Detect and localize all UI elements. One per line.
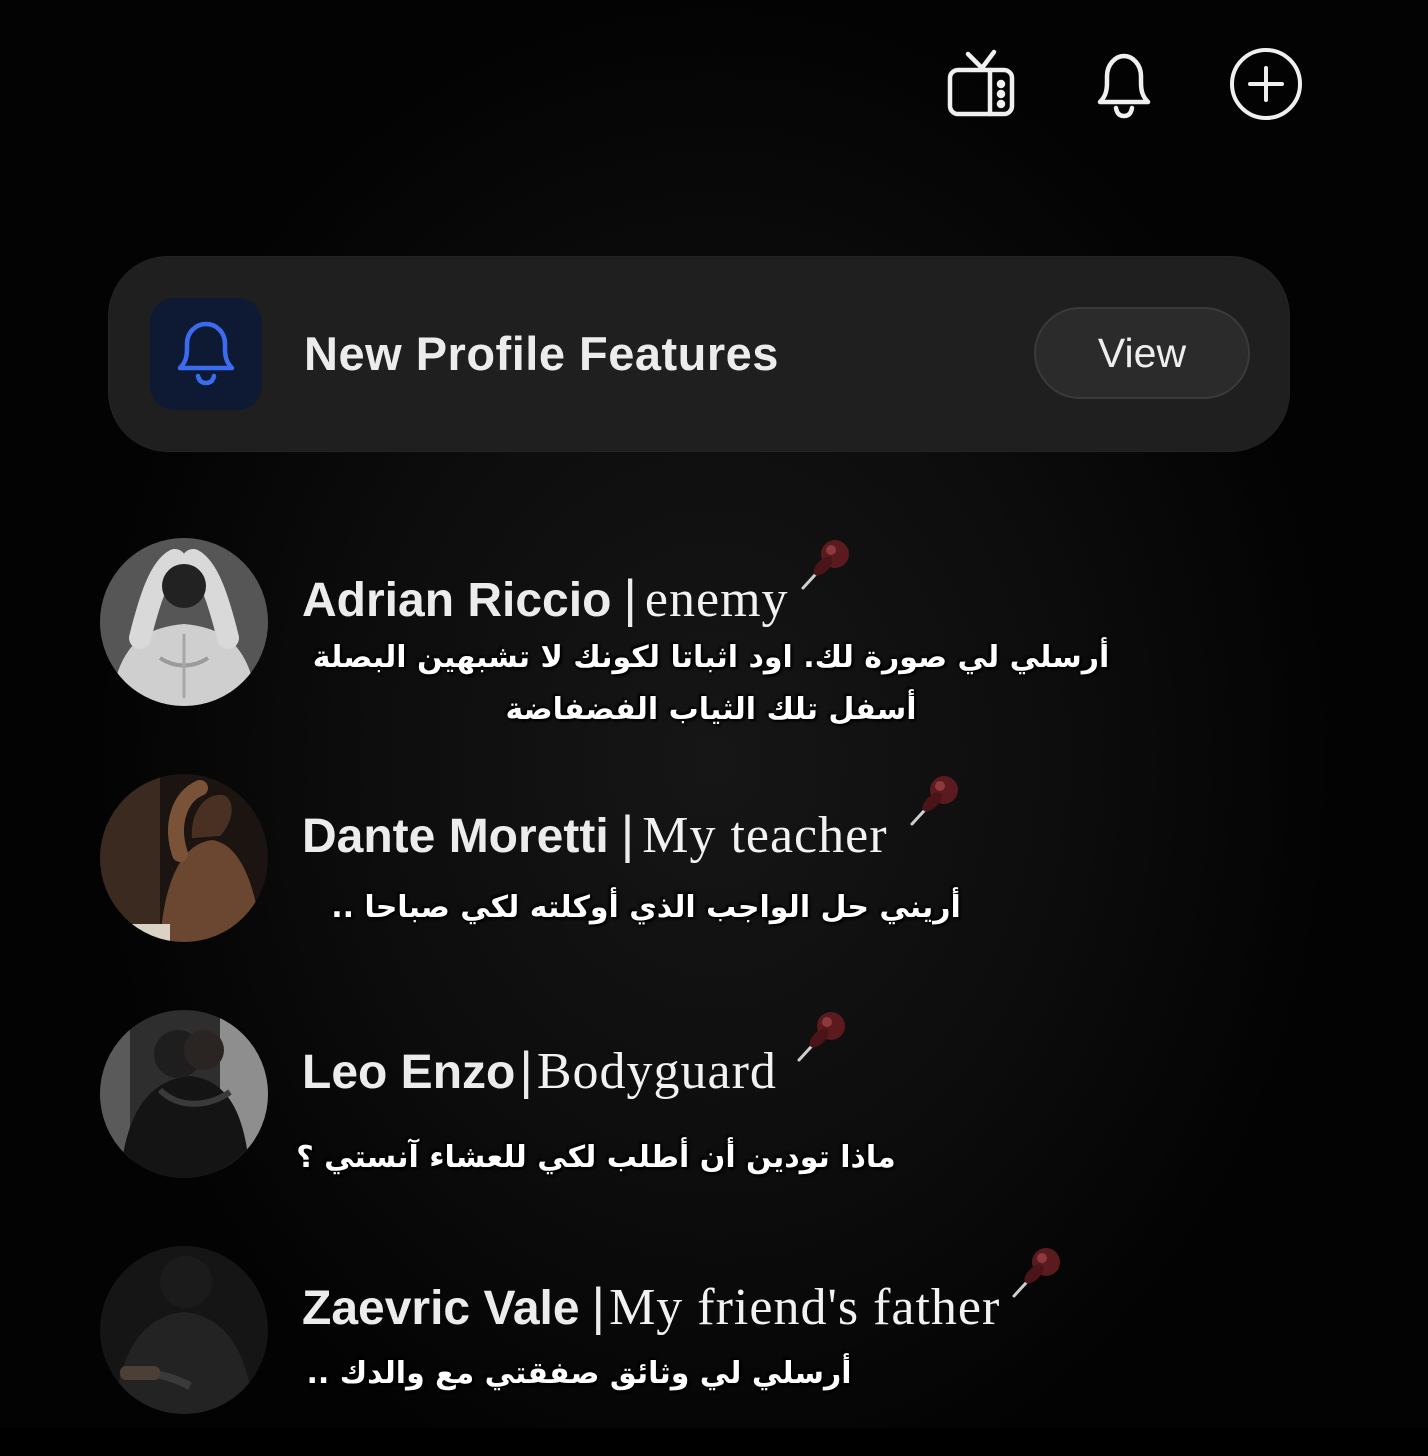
bell-icon[interactable] — [1086, 46, 1162, 122]
chat-title: Leo Enzo | Bodyguard — [302, 1012, 855, 1101]
pin-icon — [904, 768, 968, 832]
avatar — [100, 1246, 268, 1414]
pin-icon — [791, 1004, 855, 1068]
chat-row[interactable]: Adrian Riccio | enemy أرسلي لي صورة لك. … — [100, 538, 1300, 748]
tv-icon[interactable] — [944, 46, 1020, 122]
chat-title: Dante Moretti | My teacher — [302, 776, 968, 865]
last-message: أرسلي لي وثائق صفقتي مع والدك .. — [306, 1356, 852, 1391]
avatar — [100, 774, 268, 942]
name-separator: | — [620, 806, 635, 864]
add-circle-icon[interactable] — [1228, 46, 1304, 122]
name-separator: | — [591, 1278, 606, 1336]
contact-name: Adrian Riccio — [302, 574, 612, 627]
avatar — [100, 1010, 268, 1178]
name-separator: | — [519, 1042, 533, 1100]
contact-name: Leo Enzo — [302, 1046, 516, 1099]
last-message: ماذا تودين أن أطلب لكي للعشاء آنستي ؟ — [296, 1140, 896, 1175]
chat-list-screen: New Profile Features View Adrian Riccio … — [0, 0, 1428, 1428]
chat-title: Adrian Riccio | enemy — [302, 540, 859, 629]
pin-icon — [1006, 1240, 1070, 1304]
contact-name: Dante Moretti — [302, 810, 609, 863]
chat-title: Zaevric Vale | My friend's father — [302, 1248, 1070, 1337]
contact-role: Bodyguard — [536, 1043, 777, 1100]
chat-row[interactable]: Leo Enzo | Bodyguard ماذا تودين أن أطلب … — [100, 1010, 1300, 1220]
pin-icon — [795, 532, 859, 596]
last-message: أريني حل الواجب الذي أوكلته لكي صباحا .. — [331, 890, 961, 925]
banner-title: New Profile Features — [304, 327, 779, 380]
avatar — [100, 538, 268, 706]
chat-row[interactable]: Zaevric Vale | My friend's father أرسلي … — [100, 1246, 1300, 1456]
banner-bell-icon — [150, 298, 262, 410]
contact-role: My teacher — [642, 807, 888, 864]
contact-name: Zaevric Vale — [302, 1282, 580, 1335]
contact-role: My friend's father — [609, 1279, 1001, 1336]
contact-role: enemy — [644, 571, 789, 628]
view-button[interactable]: View — [1034, 307, 1250, 399]
last-message: أرسلي لي صورة لك. اود اثباتا لكونك لا تش… — [312, 640, 1110, 727]
feature-banner[interactable]: New Profile Features View — [108, 256, 1290, 452]
name-separator: | — [623, 570, 637, 628]
top-bar — [944, 46, 1304, 122]
chat-row[interactable]: Dante Moretti | My teacher أريني حل الوا… — [100, 774, 1300, 984]
